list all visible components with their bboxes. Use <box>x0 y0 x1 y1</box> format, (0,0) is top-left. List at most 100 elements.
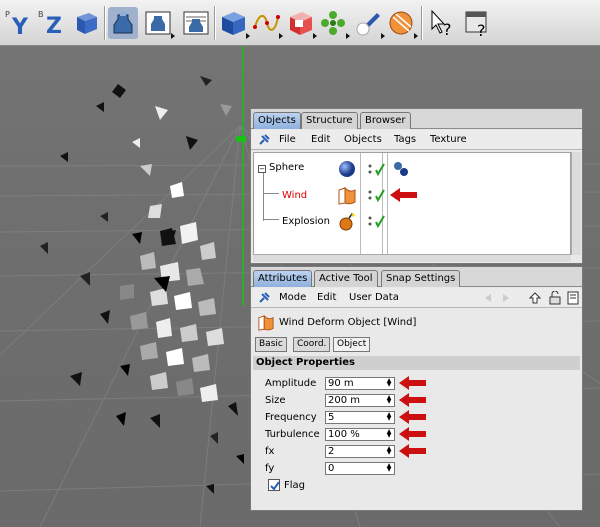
pointer-arrow-icon <box>399 393 426 407</box>
list-item[interactable]: − Sphere <box>254 157 570 183</box>
tab-basic[interactable]: Basic <box>255 337 287 352</box>
object-name: Wind <box>282 190 308 201</box>
object-name: Explosion <box>282 216 330 227</box>
array-icon[interactable] <box>318 7 350 39</box>
checkmark-icon <box>270 481 280 491</box>
tab-object[interactable]: Object <box>333 337 371 352</box>
stepper-icon[interactable]: ▲ ▼ <box>385 412 393 422</box>
fy-value: 0 <box>328 463 335 474</box>
svg-text:B: B <box>38 10 44 19</box>
menu-mode[interactable]: Mode <box>279 292 306 303</box>
pin-icon[interactable] <box>257 133 271 147</box>
tab-attributes[interactable]: Attributes <box>253 270 313 287</box>
menu-texture[interactable]: Texture <box>430 134 467 145</box>
amplitude-field[interactable]: 90 m ▲ ▼ <box>325 377 395 390</box>
lock-icon[interactable] <box>549 291 561 305</box>
fx-field[interactable]: 2 ▲ ▼ <box>325 445 395 458</box>
tab-snap-settings[interactable]: Snap Settings <box>381 270 461 287</box>
spline-icon[interactable] <box>251 7 283 39</box>
z-axis-icon[interactable]: BZ <box>36 7 66 39</box>
stepper-icon[interactable]: ▲ ▼ <box>385 463 393 473</box>
sphere-icon <box>339 161 355 177</box>
attributes-manager-menubar: Mode Edit User Data <box>251 288 582 308</box>
cube-primitive-icon[interactable] <box>218 7 250 39</box>
main-toolbar: PY BZ ? ? <box>0 0 600 46</box>
collapse-toggle[interactable]: − <box>258 165 266 173</box>
object-manager-menubar: File Edit Objects Tags Texture <box>251 130 582 150</box>
deformer-icon[interactable] <box>386 7 418 39</box>
amplitude-label: Amplitude <box>265 378 317 389</box>
fx-value: 2 <box>328 446 335 457</box>
flag-checkbox[interactable] <box>268 479 280 491</box>
turbulence-field[interactable]: 100 % ▲ ▼ <box>325 428 395 441</box>
turbulence-label: Turbulence <box>265 429 320 440</box>
tab-objects[interactable]: Objects <box>253 112 301 129</box>
menu-edit[interactable]: Edit <box>311 134 330 145</box>
tag-icon[interactable] <box>392 160 410 178</box>
frequency-label: Frequency <box>265 412 317 423</box>
stepper-icon[interactable]: ▲ ▼ <box>385 395 393 405</box>
menu-tags[interactable]: Tags <box>394 134 416 145</box>
menu-objects[interactable]: Objects <box>344 134 382 145</box>
attributes-manager-panel: Attributes Active Tool Snap Settings Mod… <box>250 266 583 511</box>
object-name: Sphere <box>269 162 305 173</box>
wind-deformer-icon <box>338 187 356 205</box>
frequency-value: 5 <box>328 412 335 423</box>
visibility-dots-icon[interactable] <box>368 187 386 203</box>
render-view-icon[interactable] <box>108 7 138 39</box>
section-title: Object Properties <box>253 356 580 370</box>
size-field[interactable]: 200 m ▲ ▼ <box>325 394 395 407</box>
amplitude-value: 90 m <box>328 378 354 389</box>
svg-text:?: ? <box>477 21 486 39</box>
flag-label: Flag <box>284 480 306 491</box>
render-picture-viewer-icon[interactable] <box>181 7 211 39</box>
object-list-scrollbar[interactable] <box>571 152 581 255</box>
cube-small-icon[interactable] <box>71 7 101 39</box>
menu-edit[interactable]: Edit <box>317 292 336 303</box>
pin-icon[interactable] <box>257 291 271 305</box>
attributes-manager-tabs: Attributes Active Tool Snap Settings <box>251 267 582 287</box>
up-arrow-icon[interactable] <box>529 292 541 304</box>
history-arrows-icon[interactable] <box>483 292 517 304</box>
tab-browser[interactable]: Browser <box>360 112 411 129</box>
object-help-icon[interactable]: ? <box>463 7 493 39</box>
pointer-arrow-icon <box>399 410 426 424</box>
fy-field[interactable]: 0 ▲ ▼ <box>325 462 395 475</box>
fx-label: fx <box>265 446 275 457</box>
object-list-hscrollbar[interactable] <box>253 254 571 262</box>
explosion-icon <box>339 212 355 231</box>
pointer-arrow-icon <box>399 427 426 441</box>
list-item[interactable]: Wind <box>254 183 570 209</box>
nurbs-icon[interactable] <box>285 7 317 39</box>
tab-coord[interactable]: Coord. <box>293 337 331 352</box>
wind-deformer-icon <box>258 315 274 331</box>
list-item[interactable]: Explosion <box>254 209 570 235</box>
object-list: − Sphere Wind Explosion <box>253 152 571 255</box>
visibility-dots-icon[interactable] <box>368 161 386 177</box>
object-manager-tabs: Objects Structure Browser <box>251 109 582 129</box>
svg-text:Z: Z <box>46 14 62 39</box>
object-title: Wind Deform Object [Wind] <box>279 317 417 328</box>
svg-text:?: ? <box>443 20 452 39</box>
tab-structure[interactable]: Structure <box>301 112 358 129</box>
stepper-icon[interactable]: ▲ ▼ <box>385 446 393 456</box>
tab-active-tool[interactable]: Active Tool <box>314 270 378 287</box>
menu-file[interactable]: File <box>279 134 296 145</box>
new-panel-icon[interactable] <box>567 291 579 305</box>
svg-text:Y: Y <box>11 15 29 39</box>
size-value: 200 m <box>328 395 361 406</box>
stepper-icon[interactable]: ▲ ▼ <box>385 378 393 388</box>
object-manager-panel: Objects Structure Browser File Edit Obje… <box>250 108 583 264</box>
render-settings-icon[interactable] <box>143 7 175 39</box>
cursor-help-icon[interactable]: ? <box>427 7 457 39</box>
menu-user-data[interactable]: User Data <box>349 292 399 303</box>
frequency-field[interactable]: 5 ▲ ▼ <box>325 411 395 424</box>
stepper-icon[interactable]: ▲ ▼ <box>385 429 393 439</box>
light-icon[interactable] <box>353 7 385 39</box>
pointer-arrow-icon <box>399 376 426 390</box>
svg-text:P: P <box>5 10 10 19</box>
pointer-arrow-icon <box>390 188 417 202</box>
y-axis-icon[interactable]: PY <box>3 7 33 39</box>
visibility-dots-icon[interactable] <box>368 213 386 229</box>
size-label: Size <box>265 395 286 406</box>
